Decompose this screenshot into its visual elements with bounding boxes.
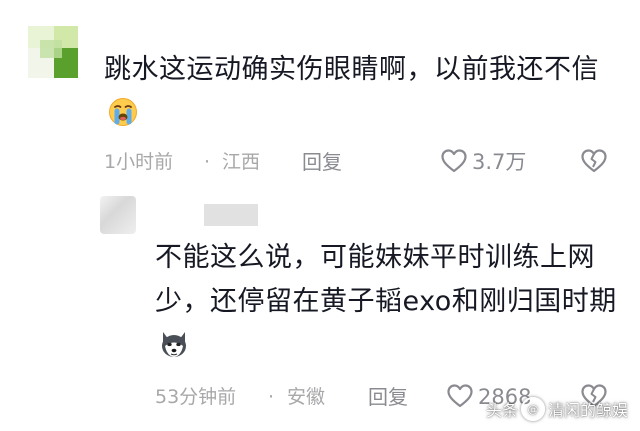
reply-body: 不能这么说，可能妹妹平时训练上网少，还停留在黄子韬exo和刚归国时期 [155, 242, 617, 317]
reply-text: 不能这么说，可能妹妹平时训练上网少，还停留在黄子韬exo和刚归国时期 [155, 236, 625, 368]
reply-button[interactable]: 回复 [302, 148, 342, 176]
avatar[interactable] [28, 26, 78, 78]
comment-text: 跳水这运动确实伤眼睛啊，以前我还不信 [104, 48, 624, 136]
comment-body: 跳水这运动确实伤眼睛啊，以前我还不信 [104, 54, 599, 85]
loudly-crying-face-icon [108, 97, 138, 127]
watermark-brand: 头条 [486, 401, 519, 420]
watermark: 头条 @ 清闲的鲸娱 [486, 394, 628, 424]
reply-location: 安徽 [287, 386, 326, 408]
meta-separator: · [204, 151, 211, 173]
reply-time: 53分钟前 [155, 386, 237, 408]
like-heart-icon[interactable] [446, 382, 474, 410]
like-count: 3.7万 [472, 150, 527, 174]
meta-separator: · [268, 386, 275, 408]
watermark-at-icon: @ [521, 397, 546, 421]
reply-avatar[interactable] [100, 196, 136, 234]
husky-dog-face-icon [159, 329, 189, 359]
comment-location: 江西 [222, 151, 261, 173]
reply-username [204, 204, 258, 226]
dislike-broken-heart-icon[interactable] [580, 147, 608, 175]
reply-button[interactable]: 回复 [368, 383, 408, 411]
like-heart-icon[interactable] [440, 147, 468, 175]
comment-time: 1小时前 [104, 151, 174, 173]
watermark-account: 清闲的鲸娱 [548, 401, 629, 420]
